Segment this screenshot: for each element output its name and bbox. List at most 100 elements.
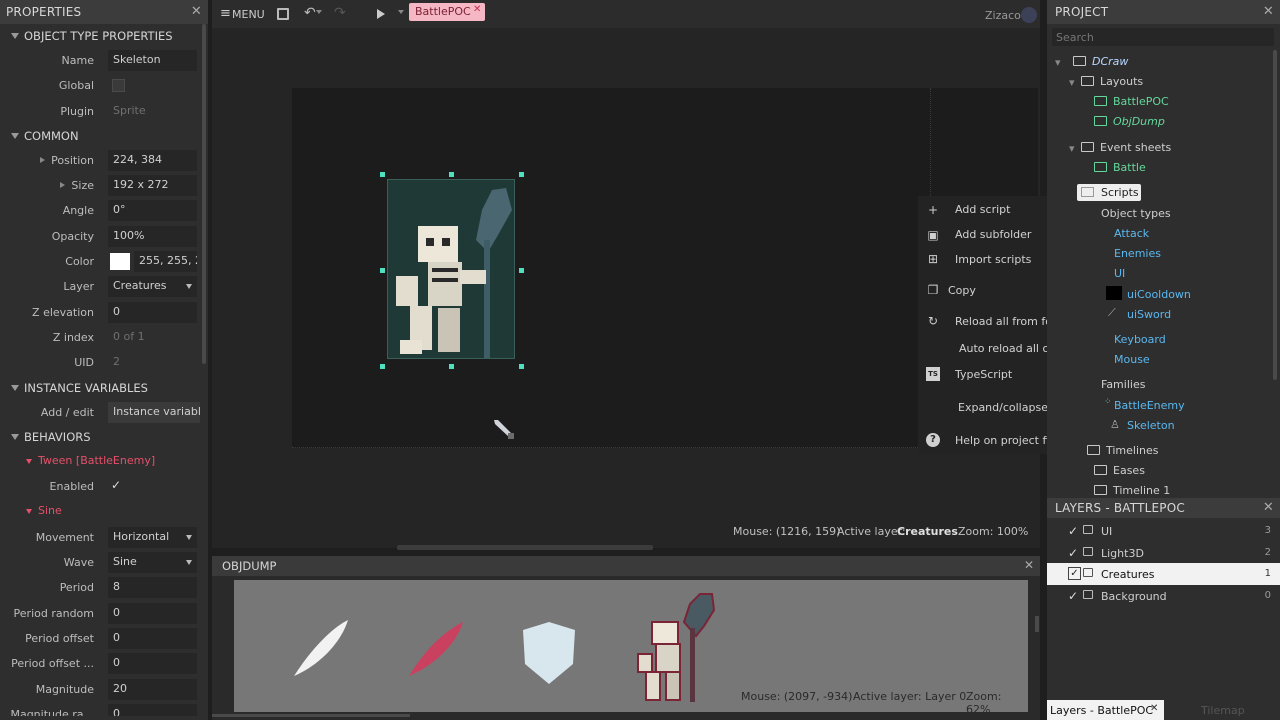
objdump-scrollbar[interactable] [1035, 616, 1039, 632]
tree-keyboard[interactable]: Keyboard [1114, 333, 1166, 346]
properties-scrollbar[interactable] [202, 24, 206, 364]
tree-eventsheet-battle[interactable]: Battle [1094, 161, 1146, 174]
tab-layers-battlepoc[interactable]: Layers - BattlePOC ✕ [1047, 700, 1164, 720]
period-offset-field[interactable]: 0 [108, 627, 197, 649]
collapse-icon[interactable]: ▾ [1069, 142, 1075, 155]
ice-shield-sprite[interactable] [519, 620, 579, 686]
close-icon[interactable]: ✕ [1263, 498, 1274, 518]
menu-item-import-scripts[interactable]: Import scripts [955, 253, 1031, 266]
wave-select[interactable]: Sine [108, 552, 197, 574]
section-instance-variables[interactable]: INSTANCE VARIABLES [0, 376, 208, 400]
section-object-type[interactable]: OBJECT TYPE PROPERTIES [0, 24, 208, 48]
resize-handle[interactable] [449, 364, 454, 369]
tree-scripts-selected[interactable]: Scripts [1077, 184, 1141, 201]
tree-layouts[interactable]: Layouts [1081, 75, 1143, 88]
tab-battlepoc[interactable]: BattlePOC ✕ [409, 3, 485, 21]
tree-uicooldown[interactable]: uiCooldown [1127, 288, 1191, 301]
tree-timelines[interactable]: Timelines [1087, 444, 1159, 457]
tree-object-types[interactable]: Object types [1101, 207, 1171, 220]
section-behaviors[interactable]: BEHAVIORS [0, 425, 208, 449]
objdump-canvas[interactable]: Mouse: (2097, -934) Active layer: Layer … [234, 580, 1028, 716]
magnitude-field[interactable]: 20 [108, 678, 197, 700]
movement-select[interactable]: Horizontal [108, 526, 197, 548]
menu-item-add-subfolder[interactable]: Add subfolder [955, 228, 1031, 241]
tree-root[interactable]: DCraw [1073, 55, 1128, 68]
menu-item-typescript[interactable]: TypeScript [955, 368, 1012, 381]
global-checkbox[interactable] [112, 79, 125, 93]
resize-handle[interactable] [519, 364, 524, 369]
hamburger-icon[interactable]: ≡ [220, 7, 231, 20]
visible-check-icon[interactable]: ✓ [1068, 546, 1078, 560]
visible-check-icon[interactable]: ✓ [1068, 589, 1078, 603]
lock-icon[interactable] [1083, 547, 1093, 556]
tree-attack[interactable]: Attack [1114, 227, 1149, 240]
tree-uisword[interactable]: uiSword [1127, 308, 1171, 321]
layer-row-selected[interactable]: ✓ Creatures 1 [1047, 563, 1280, 585]
tree-enemies[interactable]: Enemies [1114, 247, 1161, 260]
menu-item-copy[interactable]: Copy [948, 284, 976, 297]
lock-icon[interactable] [1083, 568, 1093, 577]
menu-item-expand-collapse[interactable]: Expand/collapse [958, 401, 1048, 414]
avatar[interactable] [1021, 7, 1037, 23]
tree-ui[interactable]: UI [1114, 267, 1125, 280]
layer-row[interactable]: ✓ Light3D 2 [1047, 542, 1280, 564]
user-name[interactable]: Zizaco [985, 9, 1021, 22]
lock-icon[interactable] [1083, 525, 1093, 534]
white-slash-sprite[interactable] [292, 618, 352, 680]
period-random-field[interactable]: 0 [108, 602, 197, 624]
magnitude2-field[interactable]: 0 [108, 703, 197, 716]
skeleton-sprite[interactable] [380, 172, 524, 369]
project-search-input[interactable] [1052, 28, 1274, 46]
objdump-horizontal-scrollbar[interactable] [212, 714, 410, 717]
play-icon[interactable] [377, 9, 385, 19]
collapse-icon[interactable]: ▾ [1055, 56, 1061, 69]
name-field[interactable]: Skeleton [108, 50, 197, 71]
close-icon[interactable]: ✕ [1263, 0, 1274, 24]
layer-select[interactable]: Creatures [108, 276, 197, 298]
lock-icon[interactable] [1083, 590, 1093, 599]
opacity-field[interactable]: 100% [108, 225, 197, 247]
play-dropdown-icon[interactable] [398, 10, 404, 14]
close-icon[interactable]: ✕ [1024, 558, 1034, 572]
collapse-sine-icon[interactable] [26, 509, 32, 515]
tree-eases[interactable]: Eases [1094, 464, 1145, 477]
tree-skeleton[interactable]: Skeleton [1127, 419, 1175, 432]
collapse-tween-icon[interactable] [26, 458, 32, 464]
project-scrollbar[interactable] [1273, 50, 1277, 380]
redo-icon[interactable]: ↷ [334, 5, 346, 21]
tab-close-icon[interactable]: ✕ [1150, 703, 1158, 714]
section-common[interactable]: COMMON [0, 124, 208, 148]
tree-event-sheets[interactable]: Event sheets [1081, 141, 1171, 154]
instance-variables-button[interactable]: Instance variables [108, 401, 200, 423]
angle-field[interactable]: 0° [108, 200, 197, 222]
visible-check-icon[interactable]: ✓ [1068, 567, 1081, 580]
tree-battleenemy[interactable]: BattleEnemy [1114, 399, 1185, 412]
resize-handle[interactable] [519, 172, 524, 177]
tab-tilemap[interactable]: Tilemap [1201, 704, 1245, 717]
size-field[interactable]: 192 x 272 [108, 175, 197, 197]
sword-sprite[interactable] [492, 418, 516, 440]
collapse-icon[interactable]: ▾ [1069, 76, 1075, 89]
layer-row[interactable]: ✓ Background 0 [1047, 585, 1280, 607]
skeleton-dump-sprite[interactable] [634, 592, 718, 704]
tab-close-icon[interactable]: ✕ [473, 4, 481, 15]
visible-check-icon[interactable]: ✓ [1068, 524, 1078, 538]
layer-row[interactable]: ✓ UI 3 [1047, 520, 1280, 542]
expand-size-icon[interactable] [60, 182, 65, 189]
period-offset2-field[interactable]: 0 [108, 653, 197, 675]
color-field[interactable]: 255, 255, 2! [134, 251, 197, 273]
undo-dropdown-icon[interactable] [316, 10, 322, 14]
menu-item-add-script[interactable]: Add script [955, 203, 1010, 216]
tree-layout-battlepoc[interactable]: BattlePOC [1094, 95, 1169, 108]
resize-handle[interactable] [449, 172, 454, 177]
save-icon[interactable] [277, 8, 289, 20]
tree-timeline1[interactable]: Timeline 1 [1094, 484, 1170, 496]
expand-position-icon[interactable] [40, 156, 45, 163]
red-slash-sprite[interactable] [407, 620, 467, 680]
enabled-checkbox[interactable]: ✓ [111, 478, 121, 492]
position-field[interactable]: 224, 384 [108, 149, 197, 171]
color-swatch[interactable] [110, 253, 130, 271]
period-field[interactable]: 8 [108, 577, 197, 599]
resize-handle[interactable] [380, 364, 385, 369]
tree-families[interactable]: Families [1101, 378, 1145, 391]
